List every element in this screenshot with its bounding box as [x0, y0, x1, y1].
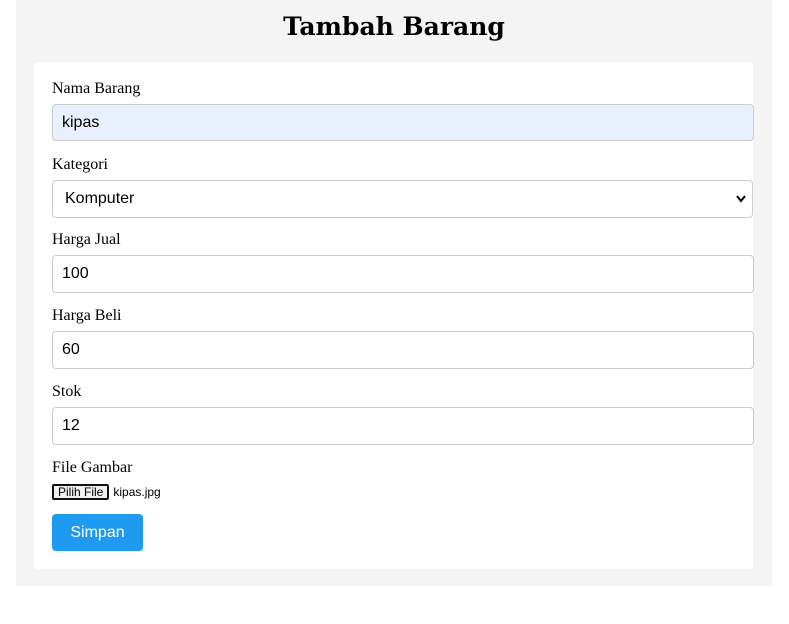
simpan-button[interactable]: Simpan [52, 514, 143, 551]
harga-beli-label: Harga Beli [52, 307, 122, 324]
harga-beli-input[interactable]: 60 [52, 331, 754, 369]
kategori-selected-value: Komputer [65, 190, 135, 207]
page: Tambah Barang Nama Barang kipas Kategori… [0, 0, 789, 624]
harga-jual-value: 100 [62, 265, 89, 282]
choose-file-button[interactable]: Pilih File [52, 484, 110, 500]
form-container: Tambah Barang Nama Barang kipas Kategori… [16, 0, 772, 586]
stok-label: Stok [52, 383, 82, 400]
form-card: Nama Barang kipas Kategori Komputer Harg… [34, 62, 754, 569]
file-input: Pilih File kipas.jpg [52, 484, 161, 500]
stok-input[interactable]: 12 [52, 407, 754, 445]
kategori-select[interactable]: Komputer [52, 180, 753, 218]
kategori-label: Kategori [52, 156, 108, 173]
harga-jual-label: Harga Jual [52, 231, 121, 248]
harga-jual-input[interactable]: 100 [52, 255, 754, 293]
nama-barang-label: Nama Barang [52, 80, 141, 97]
chevron-down-icon [734, 181, 748, 216]
page-title: Tambah Barang [283, 12, 505, 41]
stok-value: 12 [62, 417, 80, 434]
nama-barang-input[interactable]: kipas [52, 104, 754, 141]
file-gambar-label: File Gambar [52, 459, 133, 476]
selected-file-name: kipas.jpg [113, 485, 161, 499]
harga-beli-value: 60 [62, 341, 80, 358]
nama-barang-value: kipas [62, 114, 100, 131]
